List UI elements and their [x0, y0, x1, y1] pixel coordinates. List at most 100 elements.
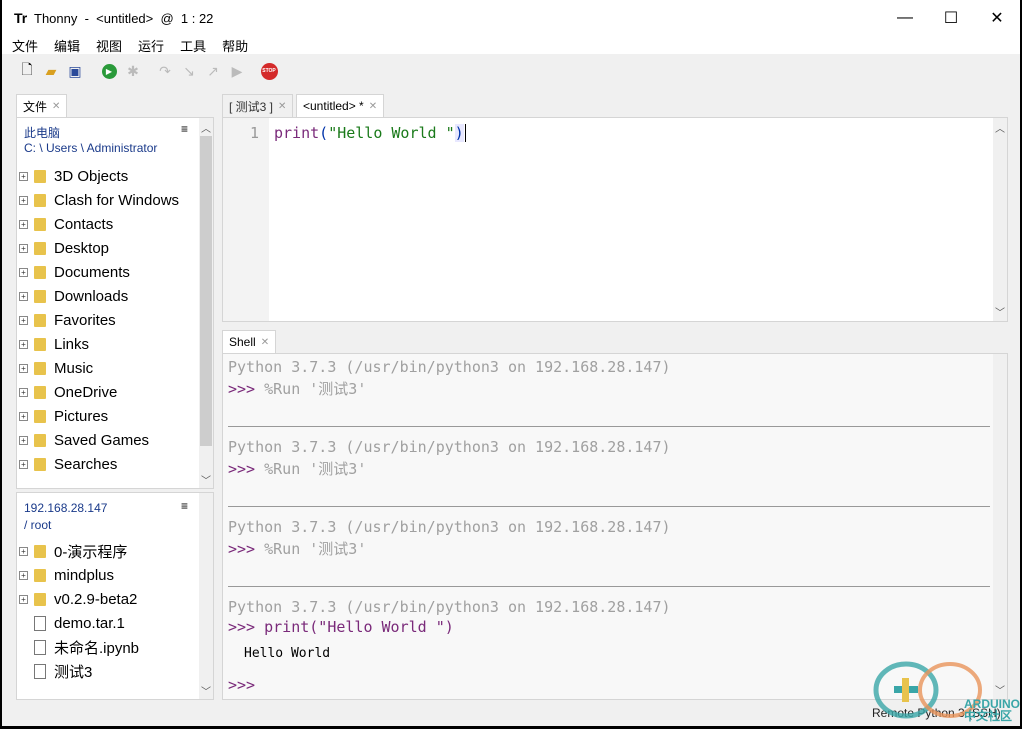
expand-icon[interactable]: + [19, 195, 28, 205]
tab-test3[interactable]: [ 测试3 ] ✕ [222, 94, 294, 117]
folder-item[interactable]: + Contacts [17, 212, 113, 236]
menu-tools[interactable]: 工具 [170, 36, 212, 54]
scrollbar[interactable]: ﹀ [199, 493, 213, 699]
folder-icon [34, 385, 46, 399]
expand-icon[interactable]: + [19, 411, 28, 421]
menu-icon[interactable]: ≡ [181, 499, 188, 513]
expand-icon[interactable]: + [19, 459, 28, 469]
expand-icon[interactable]: + [19, 363, 28, 373]
file-item[interactable]: 未命名.ipynb [17, 635, 139, 659]
expand-icon[interactable]: + [19, 570, 28, 580]
folder-item[interactable]: + Pictures [17, 404, 108, 428]
open-file-icon[interactable]: ▰ [42, 62, 60, 80]
expand-icon[interactable]: + [19, 546, 28, 556]
scroll-down-icon[interactable]: ﹀ [199, 683, 213, 698]
expand-icon[interactable]: + [19, 435, 28, 445]
folder-item[interactable]: + Desktop [17, 236, 109, 260]
folder-item[interactable]: + Saved Games [17, 428, 149, 452]
item-label: Downloads [54, 287, 129, 305]
expand-icon[interactable]: + [19, 594, 28, 604]
menu-view[interactable]: 视图 [86, 36, 128, 54]
local-root-label[interactable]: 此电脑 [24, 124, 60, 141]
folder-icon [34, 169, 46, 183]
save-file-icon[interactable]: ▣ [66, 62, 84, 80]
file-item[interactable]: demo.tar.1 [17, 611, 125, 635]
step-over-icon[interactable]: ↷ [156, 62, 174, 80]
tab-files[interactable]: 文件 ✕ [16, 94, 68, 117]
close-tab-icon[interactable]: ✕ [52, 101, 60, 112]
menu-edit[interactable]: 编辑 [44, 36, 86, 54]
scrollbar-thumb[interactable] [200, 136, 212, 446]
item-label: mindplus [54, 566, 115, 584]
debug-icon[interactable]: ✱ [124, 62, 142, 80]
item-label: Desktop [54, 239, 110, 257]
new-file-icon[interactable]: 🗋 [18, 61, 36, 80]
maximize-button[interactable]: ☐ [928, 0, 974, 36]
remote-path[interactable]: / root [24, 518, 51, 532]
folder-item[interactable]: +3D Objects [17, 164, 128, 188]
folder-item[interactable]: + v0.2.9-beta2 [17, 587, 137, 611]
remote-host-label[interactable]: 192.168.28.147 [24, 501, 107, 515]
menu-run[interactable]: 运行 [128, 36, 170, 54]
expand-icon[interactable]: + [19, 291, 28, 301]
close-button[interactable]: ✕ [974, 0, 1020, 36]
item-label: demo.tar.1 [54, 614, 125, 632]
shell-prompt[interactable]: >>> [228, 676, 255, 694]
scrollbar[interactable]: ﹀ [993, 354, 1007, 699]
scroll-down-icon[interactable]: ﹀ [993, 304, 1007, 319]
resume-icon[interactable]: ▶ [228, 62, 246, 80]
scroll-down-icon[interactable]: ﹀ [993, 682, 1007, 697]
scrollbar[interactable]: ︿ ﹀ [199, 118, 213, 488]
shell-command: print("Hello World ") [264, 618, 454, 636]
folder-item[interactable]: + Favorites [17, 308, 116, 332]
scroll-up-icon[interactable]: ︿ [993, 120, 1007, 135]
scroll-down-icon[interactable]: ﹀ [199, 472, 213, 487]
close-tab-icon[interactable]: ✕ [261, 337, 269, 348]
folder-item[interactable]: + mindplus [17, 563, 114, 587]
menu-help[interactable]: 帮助 [212, 36, 254, 54]
expand-icon[interactable]: + [19, 387, 28, 397]
code-line[interactable]: print("Hello World ") [274, 124, 466, 142]
folder-item[interactable]: + Links [17, 332, 89, 356]
folder-item[interactable]: + Music [17, 356, 93, 380]
tab-untitled[interactable]: <untitled> * ✕ [296, 94, 385, 117]
expand-icon[interactable]: + [19, 339, 28, 349]
file-item[interactable]: 测试3 [17, 659, 92, 683]
expand-icon[interactable]: + [19, 267, 28, 277]
divider [228, 586, 990, 587]
minimize-button[interactable]: — [882, 0, 928, 36]
shell-console[interactable]: Python 3.7.3 (/usr/bin/python3 on 192.16… [222, 353, 1008, 700]
item-label: Searches [54, 455, 118, 473]
folder-item[interactable]: +0-演示程序 [17, 539, 127, 563]
item-label: Documents [54, 263, 130, 281]
expand-icon[interactable]: + [19, 243, 28, 253]
folder-item[interactable]: + Documents [17, 260, 130, 284]
tab-label: Shell [229, 335, 256, 349]
folder-icon [34, 337, 46, 351]
step-out-icon[interactable]: ↗ [204, 62, 222, 80]
step-into-icon[interactable]: ↘ [180, 62, 198, 80]
close-tab-icon[interactable]: ✕ [369, 101, 377, 112]
stop-icon[interactable]: STOP [260, 62, 278, 80]
tab-shell[interactable]: Shell ✕ [222, 330, 277, 353]
run-icon[interactable]: ▶ [100, 62, 118, 80]
item-label: Music [54, 359, 94, 377]
folder-item[interactable]: + Searches [17, 452, 117, 476]
expand-icon[interactable]: + [19, 219, 28, 229]
code-editor[interactable]: 1 print("Hello World ") ︿ ﹀ [222, 117, 1008, 322]
folder-icon [34, 193, 46, 207]
menu-icon[interactable]: ≡ [181, 122, 188, 136]
expand-icon[interactable]: + [19, 315, 28, 325]
close-tab-icon[interactable]: ✕ [278, 101, 286, 112]
local-path[interactable]: C: \ Users \ Administrator [24, 141, 157, 155]
shell-output: Hello World [244, 646, 331, 661]
folder-item[interactable]: + Downloads [17, 284, 128, 308]
menu-file[interactable]: 文件 [2, 36, 44, 54]
folder-item[interactable]: + OneDrive [17, 380, 117, 404]
folder-item[interactable]: + Clash for Windows [17, 188, 179, 212]
scrollbar[interactable]: ︿ ﹀ [993, 118, 1007, 321]
status-backend[interactable]: Remote Python 3 (SSH) [872, 706, 1001, 720]
item-label: 未命名.ipynb [54, 639, 140, 657]
expand-icon[interactable]: + [19, 171, 28, 181]
scroll-up-icon[interactable]: ︿ [199, 120, 213, 135]
